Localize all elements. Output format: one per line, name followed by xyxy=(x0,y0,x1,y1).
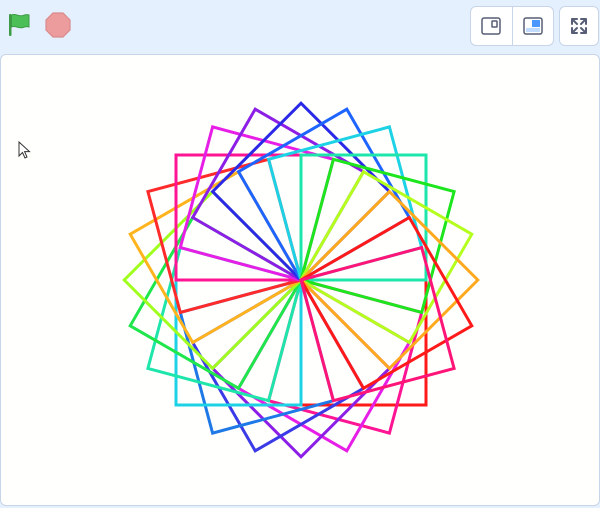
toolbar xyxy=(0,0,600,54)
green-flag-button[interactable] xyxy=(4,10,34,40)
green-flag-icon xyxy=(9,13,30,36)
pen-drawing xyxy=(122,101,480,459)
fullscreen-button[interactable] xyxy=(559,6,599,46)
small-stage-icon xyxy=(481,17,501,35)
stop-sign-icon xyxy=(45,12,71,38)
fullscreen-icon xyxy=(571,18,587,34)
small-stage-button[interactable] xyxy=(471,7,512,45)
mouse-cursor-icon xyxy=(18,141,31,159)
stage[interactable] xyxy=(0,54,600,506)
normal-stage-button[interactable] xyxy=(511,7,554,45)
normal-stage-icon xyxy=(523,17,543,35)
stop-button[interactable] xyxy=(43,10,73,40)
stage-size-toggle xyxy=(470,6,554,46)
